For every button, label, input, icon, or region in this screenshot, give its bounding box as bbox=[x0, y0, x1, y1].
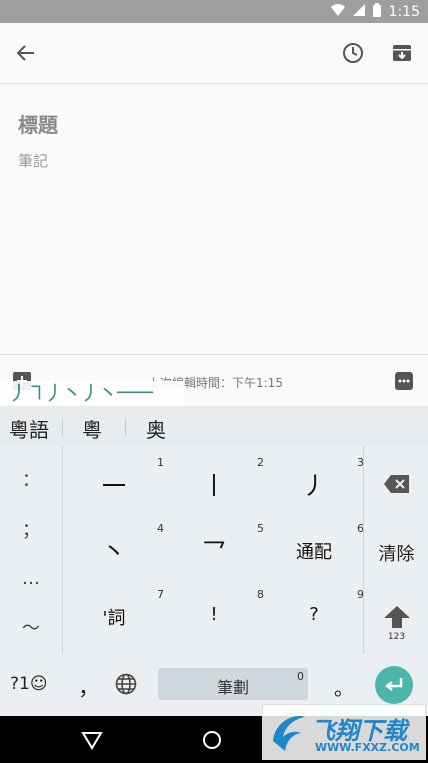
back-nav-icon[interactable] bbox=[81, 730, 103, 754]
wildcard-key[interactable]: 6 通配 bbox=[264, 512, 364, 578]
key-label: '詞 bbox=[102, 608, 126, 629]
tilde-key[interactable]: ～ bbox=[0, 614, 62, 640]
key-label: 丶 bbox=[102, 538, 126, 566]
stroke-key-1[interactable]: 1 一 bbox=[64, 446, 164, 512]
punctuation-column: ： ； … ～ bbox=[0, 446, 63, 654]
note-body-field[interactable]: 筆記 bbox=[18, 150, 48, 171]
title-field[interactable]: 標題 bbox=[18, 109, 58, 138]
colon-key[interactable]: ： bbox=[0, 466, 62, 492]
stroke-sequence-display: 丿㇕丿丶丿丶一一 bbox=[0, 381, 184, 405]
enter-arrow-icon bbox=[385, 678, 403, 691]
candidate-divider bbox=[62, 418, 63, 436]
ellipsis-key[interactable]: … bbox=[0, 568, 62, 589]
note-editor: 標題 筆記 bbox=[0, 84, 428, 354]
function-column: 清除 123 bbox=[363, 446, 428, 654]
stroke-key-5[interactable]: 5 乛 bbox=[164, 512, 264, 578]
key-label: 通配 bbox=[296, 542, 332, 563]
stroke-key-4[interactable]: 4 丶 bbox=[64, 512, 164, 578]
key-label: 丨 bbox=[202, 472, 226, 500]
backspace-icon[interactable] bbox=[364, 474, 428, 498]
enter-key[interactable] bbox=[375, 666, 413, 704]
clear-key[interactable]: 清除 bbox=[364, 540, 428, 566]
candidate-2[interactable]: 粵 bbox=[82, 414, 102, 443]
key-label: 一 bbox=[102, 472, 126, 500]
semicolon-key[interactable]: ； bbox=[0, 516, 62, 542]
app-toolbar bbox=[0, 23, 428, 84]
key-label: ! bbox=[210, 604, 218, 625]
key-number: 7 bbox=[157, 588, 164, 601]
shift-arrow-icon bbox=[383, 606, 410, 628]
watermark-url: WWW.FXXZ.COM bbox=[315, 741, 420, 754]
space-label: 筆劃 bbox=[216, 678, 249, 697]
candidate-divider bbox=[125, 418, 126, 436]
status-bar: 1:15 bbox=[0, 0, 428, 23]
symbols-key[interactable]: ?1☺ bbox=[10, 674, 48, 694]
shift-sub-label: 123 bbox=[387, 632, 406, 642]
stroke-key-2[interactable]: 2 丨 bbox=[164, 446, 264, 512]
stroke-keyboard: ： ； … ～ 1 一 2 丨 3 丿 4 丶 5 乛 6 通配 7 '詞 8 … bbox=[0, 446, 428, 716]
key-label: ? bbox=[309, 604, 319, 625]
watermark-logo-icon bbox=[269, 711, 309, 757]
period-key[interactable]: 。 bbox=[334, 672, 354, 701]
stroke-key-3[interactable]: 3 丿 bbox=[264, 446, 364, 512]
key-label: 乛 bbox=[202, 538, 226, 566]
signal-icon bbox=[352, 3, 365, 20]
battery-icon bbox=[372, 2, 381, 21]
globe-icon[interactable] bbox=[115, 673, 137, 699]
candidate-bar: 粵語 粵 奥 bbox=[0, 406, 428, 447]
space-key[interactable]: 筆劃 0 bbox=[158, 668, 308, 700]
back-arrow-icon[interactable] bbox=[10, 37, 42, 69]
site-watermark: 飞翔下载 WWW.FXXZ.COM bbox=[262, 704, 426, 760]
status-time: 1:15 bbox=[388, 3, 420, 20]
reminder-clock-icon[interactable] bbox=[337, 37, 369, 69]
phrase-key[interactable]: 7 '詞 bbox=[64, 578, 164, 644]
candidate-3[interactable]: 奥 bbox=[146, 414, 166, 443]
exclamation-key[interactable]: 8 ! bbox=[164, 578, 264, 644]
key-label: 丿 bbox=[302, 472, 326, 500]
more-options-icon[interactable] bbox=[388, 365, 420, 397]
archive-icon[interactable] bbox=[386, 37, 418, 69]
wifi-icon bbox=[330, 3, 345, 20]
comma-key[interactable]: ， bbox=[78, 670, 100, 702]
key-number: 8 bbox=[257, 588, 264, 601]
space-number: 0 bbox=[297, 670, 304, 683]
question-key[interactable]: 9 ? bbox=[264, 578, 364, 644]
home-nav-icon[interactable] bbox=[202, 730, 222, 754]
shift-key[interactable]: 123 bbox=[364, 606, 428, 642]
candidate-1[interactable]: 粵語 bbox=[9, 414, 49, 443]
